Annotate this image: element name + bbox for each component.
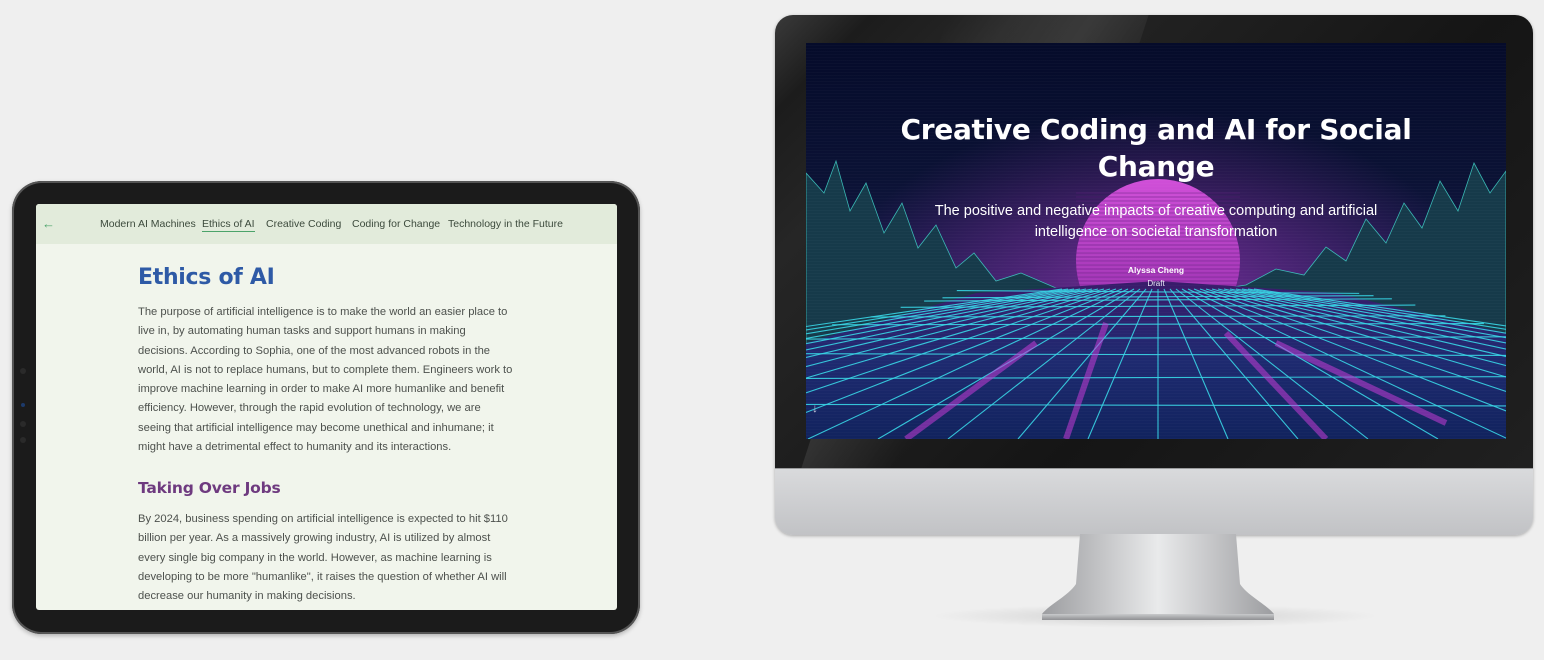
slide-status: Draft: [1147, 279, 1165, 288]
nav-link-coding-for-change[interactable]: Coding for Change: [352, 218, 440, 230]
arrow-left-icon[interactable]: ←: [42, 216, 55, 231]
nav-link-ethics-of-ai[interactable]: Ethics of AI: [202, 218, 255, 232]
tablet-sensor-dot: [21, 403, 25, 407]
tablet-screen: ← Modern AI Machines Ethics of AI Creati…: [36, 204, 617, 610]
tablet-dot: [20, 437, 26, 443]
tablet-device: ← Modern AI Machines Ethics of AI Creati…: [12, 181, 640, 634]
slide-subtitle: The positive and negative impacts of cre…: [934, 203, 1378, 240]
nav-link-creative-coding[interactable]: Creative Coding: [266, 218, 341, 230]
monitor-bezel: Creative Coding and AI for Social Change…: [775, 15, 1533, 468]
arrow-down-icon[interactable]: ↓: [812, 401, 818, 415]
tablet-camera-dot: [20, 368, 26, 374]
monitor-chin: [775, 468, 1533, 535]
title-slide: Creative Coding and AI for Social Change…: [806, 43, 1506, 439]
monitor-stand: [1042, 534, 1274, 620]
tablet-dot: [20, 421, 26, 427]
nav-link-modern-ai-machines[interactable]: Modern AI Machines: [100, 218, 196, 230]
desktop-monitor: Creative Coding and AI for Social Change…: [775, 15, 1533, 535]
article-title: Ethics of AI: [138, 265, 275, 290]
slide-author: Alyssa Cheng: [1127, 265, 1185, 275]
top-navigation: ← Modern AI Machines Ethics of AI Creati…: [36, 204, 617, 244]
article-intro-paragraph: The purpose of artificial intelligence i…: [138, 306, 513, 454]
nav-link-technology-in-the-future[interactable]: Technology in the Future: [448, 218, 563, 230]
section-heading: Taking Over Jobs: [138, 479, 281, 497]
slide-title: Creative Coding and AI for Social Change: [900, 113, 1412, 183]
section-paragraph: By 2024, business spending on artificial…: [138, 513, 508, 603]
